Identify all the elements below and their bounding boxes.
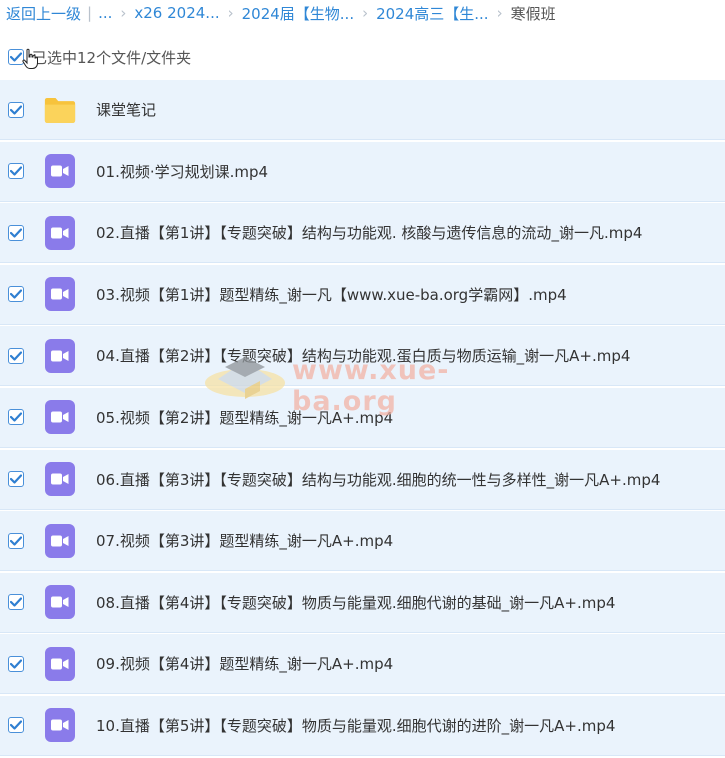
row-checkbox[interactable] [8,655,24,672]
chevron-right-icon: › [362,4,369,22]
video-file-icon [44,523,76,558]
breadcrumb-current: 寒假班 [510,4,556,23]
file-name[interactable]: 10.直播【第5讲】【专题突破】物质与能量观.细胞代谢的进阶_谢一凡A+.mp4 [96,715,615,736]
chevron-right-icon: › [120,4,127,22]
folder-row[interactable]: 课堂笔记 [0,80,725,140]
file-row[interactable]: 05.视频【第2讲】题型精练_谢一凡A+.mp4 [0,387,725,448]
row-checkbox[interactable] [8,409,24,426]
file-name[interactable]: 01.视频·学习规划课.mp4 [96,161,268,182]
file-row[interactable]: 09.视频【第4讲】题型精练_谢一凡A+.mp4 [0,634,725,695]
selection-count-label: 已选中12个文件/文件夹 [32,48,192,67]
video-file-icon [44,215,76,250]
row-checkbox[interactable] [8,347,24,364]
breadcrumb: 返回上一级 | ... › x26 2024... › 2024届【生物... … [0,0,725,26]
row-checkbox[interactable] [8,717,24,734]
row-checkbox[interactable] [8,163,24,180]
row-checkbox[interactable] [8,224,24,241]
file-name[interactable]: 08.直播【第4讲】【专题突破】物质与能量观.细胞代谢的基础_谢一凡A+.mp4 [96,592,615,613]
video-file-icon [44,154,76,189]
breadcrumb-item[interactable]: 2024高三【生... [376,3,488,24]
file-row[interactable]: 02.直播【第1讲】【专题突破】结构与功能观. 核酸与遗传信息的流动_谢一凡.m… [0,203,725,264]
video-file-icon [44,708,76,743]
file-name[interactable]: 06.直播【第3讲】【专题突破】结构与功能观.细胞的统一性与多样性_谢一凡A+.… [96,469,660,490]
row-checkbox[interactable] [8,101,24,118]
hand-cursor-icon [22,48,38,74]
file-name[interactable]: 05.视频【第2讲】题型精练_谢一凡A+.mp4 [96,407,393,428]
row-checkbox[interactable] [8,532,24,549]
folder-icon [44,94,76,126]
file-row[interactable]: 10.直播【第5讲】【专题突破】物质与能量观.细胞代谢的进阶_谢一凡A+.mp4 [0,695,725,756]
back-link[interactable]: 返回上一级 [6,3,81,24]
video-file-icon [44,646,76,681]
row-checkbox[interactable] [8,471,24,488]
breadcrumb-divider: | [87,4,93,22]
file-row[interactable]: 07.视频【第3讲】题型精练_谢一凡A+.mp4 [0,511,725,572]
chevron-right-icon: › [227,4,234,22]
file-list: 课堂笔记 01.视频·学习规划课.mp4 02.直播【第1讲】【专题突破】结构与功能… [0,80,725,758]
row-checkbox[interactable] [8,594,24,611]
video-file-icon [44,277,76,312]
file-row[interactable]: 04.直播【第2讲】【专题突破】结构与功能观.蛋白质与物质运输_谢一凡A+.mp… [0,326,725,387]
file-name[interactable]: 课堂笔记 [96,99,156,120]
file-name[interactable]: 07.视频【第3讲】题型精练_谢一凡A+.mp4 [96,530,393,551]
video-file-icon [44,338,76,373]
video-file-icon [44,585,76,620]
file-name[interactable]: 03.视频【第1讲】题型精练_谢一凡【www.xue-ba.org学霸网】.mp… [96,284,567,305]
file-name[interactable]: 04.直播【第2讲】【专题突破】结构与功能观.蛋白质与物质运输_谢一凡A+.mp… [96,345,630,366]
file-row[interactable]: 01.视频·学习规划课.mp4 [0,141,725,202]
file-row[interactable]: 03.视频【第1讲】题型精练_谢一凡【www.xue-ba.org学霸网】.mp… [0,264,725,325]
chevron-right-icon: › [496,4,503,22]
video-file-icon [44,462,76,497]
breadcrumb-item[interactable]: x26 2024... [134,4,219,22]
video-file-icon [44,400,76,435]
row-checkbox[interactable] [8,286,24,303]
file-row[interactable]: 08.直播【第4讲】【专题突破】物质与能量观.细胞代谢的基础_谢一凡A+.mp4 [0,572,725,633]
breadcrumb-item[interactable]: 2024届【生物... [242,3,354,24]
file-name[interactable]: 09.视频【第4讲】题型精练_谢一凡A+.mp4 [96,653,393,674]
selection-header: 已选中12个文件/文件夹 [0,26,725,88]
file-row[interactable]: 06.直播【第3讲】【专题突破】结构与功能观.细胞的统一性与多样性_谢一凡A+.… [0,449,725,510]
file-name[interactable]: 02.直播【第1讲】【专题突破】结构与功能观. 核酸与遗传信息的流动_谢一凡.m… [96,222,642,243]
breadcrumb-ellipsis[interactable]: ... [98,4,112,22]
